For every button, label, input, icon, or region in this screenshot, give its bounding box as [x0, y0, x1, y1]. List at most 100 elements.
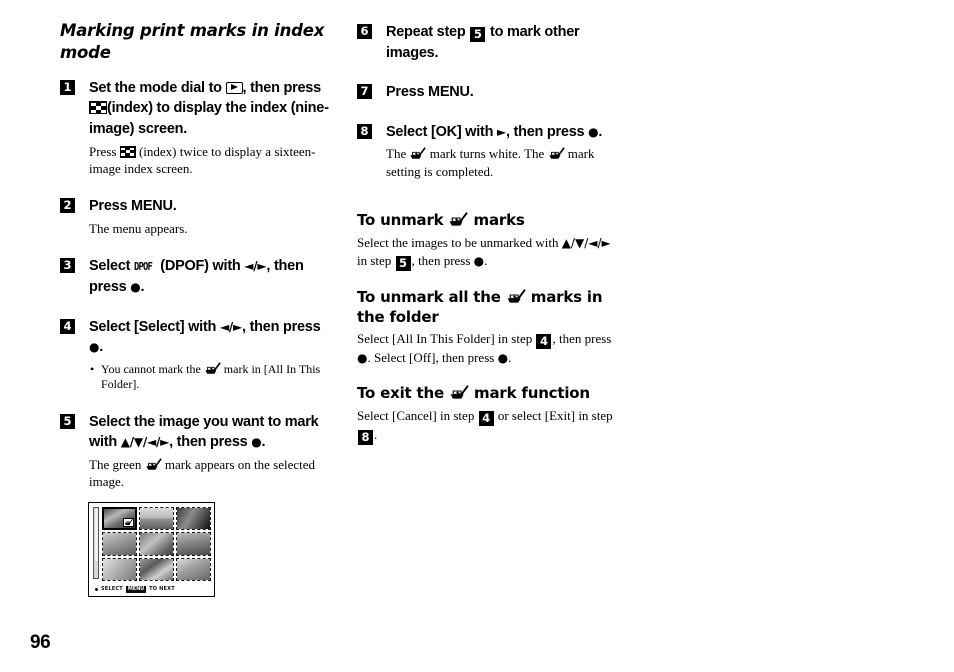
direction-arrows: ▲/▼/◄/► [561, 236, 611, 251]
section-heading: To unmark marks [357, 211, 622, 231]
step-7: 7 Press MENU. [357, 82, 622, 103]
step-3-title: Select DPOF (DPOF) with ◄/►, then press … [89, 256, 330, 297]
heading-text-b: mark function [474, 384, 590, 403]
page-number: 96 [30, 632, 51, 653]
step-8: 8 Select [OK] with ►, then press ●. The … [357, 122, 622, 180]
left-column: Marking print marks in index mode 1 Set … [60, 20, 330, 597]
print-mark-icon [506, 289, 526, 305]
index-thumbnail-cell[interactable] [176, 557, 211, 581]
step-reference-badge: 8 [358, 429, 373, 445]
index-thumbnail-cell[interactable] [102, 557, 137, 581]
left-right-arrows: ◄/► [219, 319, 243, 334]
control-dot-icon: ● [251, 435, 262, 450]
step-2-title: Press MENU. [89, 198, 177, 215]
step-8-body-a: The [386, 146, 407, 162]
page-title: Marking print marks in index mode [60, 21, 325, 62]
step-8-text-b: , then press [505, 123, 585, 140]
index-thumbnail-cell[interactable] [139, 532, 174, 556]
print-mark-icon [145, 458, 162, 472]
step-1-body: Press (index) twice to display a sixteen… [89, 143, 330, 178]
heading-text-a: To unmark all the [357, 287, 501, 306]
section-body: Select [All In This Folder] in step 4, t… [357, 330, 622, 367]
body-text-c: , then press [411, 252, 471, 268]
step-8-body-b: mark turns white. The [429, 146, 545, 162]
step-number-badge: 6 [357, 24, 372, 39]
step-1-body-a: Press [89, 143, 117, 159]
print-mark-icon [409, 147, 426, 161]
step-4-title: Select [Select] with ◄/►, then press ●. [89, 317, 330, 358]
step-number-badge: 5 [60, 413, 75, 429]
control-dot-icon: ● [473, 253, 485, 268]
thumbnail-image [140, 533, 173, 555]
step-2: 2 Press MENU. The menu appears. [60, 196, 330, 237]
step-7-title: Press MENU. [386, 84, 474, 101]
step-8-text-a: Select [OK] with [386, 123, 494, 140]
section-body: Select the images to be unmarked with ▲/… [357, 234, 622, 271]
step-1: 1 Set the mode dial to , then press (ind… [60, 78, 330, 178]
control-dot-icon: ● [89, 340, 100, 355]
step-5-text-b: , then press [169, 434, 248, 451]
step-8-body: The mark turns white. The mark setting i… [386, 145, 622, 180]
step-number-badge: 2 [60, 198, 75, 214]
index-icon [119, 146, 136, 158]
step-4-text-c: . [99, 339, 104, 356]
step-3: 3 Select DPOF (DPOF) with ◄/►, then pres… [60, 256, 330, 297]
step-8-title: Select [OK] with ►, then press ●. [386, 122, 622, 143]
print-mark-icon [548, 147, 565, 161]
step-1-title: Set the mode dial to , then press (index… [89, 78, 330, 140]
body-text-a: Select [All In This Folder] in step [357, 331, 533, 347]
status-select-label: SELECT [101, 586, 123, 593]
step-5-title: Select the image you want to mark with ▲… [89, 412, 330, 453]
index-thumbnail-cell[interactable] [139, 506, 174, 531]
body-text-a: Select the images to be unmarked with [357, 235, 559, 251]
status-next-label: TO NEXT [149, 586, 175, 593]
index-thumbnail-grid [102, 506, 211, 581]
step-4-text-b: , then press [242, 318, 321, 335]
step-1-text-a: Set the mode dial to [89, 79, 222, 96]
section-heading: To unmark all the marks in the folder [357, 288, 622, 328]
control-dot-icon [95, 587, 98, 591]
index-thumbnail-cell[interactable] [139, 557, 174, 581]
index-thumbnail-cell[interactable] [176, 532, 211, 556]
step-3-text-d: . [140, 278, 145, 295]
section-unmark-all-marks: To unmark all the marks in the folder Se… [357, 288, 622, 367]
playback-mode-icon [225, 81, 243, 94]
thumbnail-image [103, 533, 136, 555]
right-column: 6 Repeat step 5 to mark other images. 7 … [357, 22, 622, 445]
right-arrow-icon: ► [496, 124, 506, 139]
body-text-b: in step [357, 252, 392, 268]
body-text-d: . [484, 252, 488, 268]
step-reference-badge: 5 [395, 255, 411, 271]
step-6: 6 Repeat step 5 to mark other images. [357, 22, 622, 63]
step-reference-badge: 4 [536, 334, 552, 350]
index-thumbnail-cell[interactable] [102, 506, 137, 531]
index-screen-figure: SELECT MENU TO NEXT [88, 501, 215, 597]
step-4-note-a: You cannot mark the [101, 361, 201, 376]
index-scrollbar[interactable] [93, 506, 99, 579]
step-number-badge: 7 [357, 84, 372, 100]
step-1-text-b: , then press [242, 79, 322, 96]
body-text-c: . [374, 426, 378, 442]
index-thumbnail-cell[interactable] [176, 506, 211, 531]
step-1-text-c: (index) to display the index (nine-image… [89, 100, 329, 138]
manual-page: Marking print marks in index mode 1 Set … [0, 0, 954, 672]
index-status-bar: SELECT MENU TO NEXT [95, 585, 175, 593]
step-reference-badge: 5 [470, 27, 486, 42]
thumbnail-image [103, 558, 136, 580]
index-icon [89, 101, 107, 115]
index-thumbnail-cell[interactable] [102, 532, 137, 556]
step-5-text-c: . [261, 434, 266, 451]
section-exit-mark-function: To exit the mark function Select [Cancel… [357, 384, 622, 445]
heading-text-b: marks [473, 211, 525, 230]
direction-arrows: ▲/▼/◄/► [120, 435, 170, 450]
body-text-b: , then press [552, 331, 612, 347]
heading-text-a: To unmark [357, 211, 444, 230]
print-mark-icon [449, 385, 469, 401]
step-6-title: Repeat step 5 to mark other images. [386, 22, 622, 63]
section-heading: To exit the mark function [357, 384, 622, 404]
step-number-badge: 4 [60, 318, 75, 334]
step-reference-badge: 4 [478, 410, 494, 426]
control-dot-icon: ● [357, 351, 368, 366]
step-3-text-a: Select [89, 258, 131, 275]
thumbnail-image [177, 507, 210, 530]
